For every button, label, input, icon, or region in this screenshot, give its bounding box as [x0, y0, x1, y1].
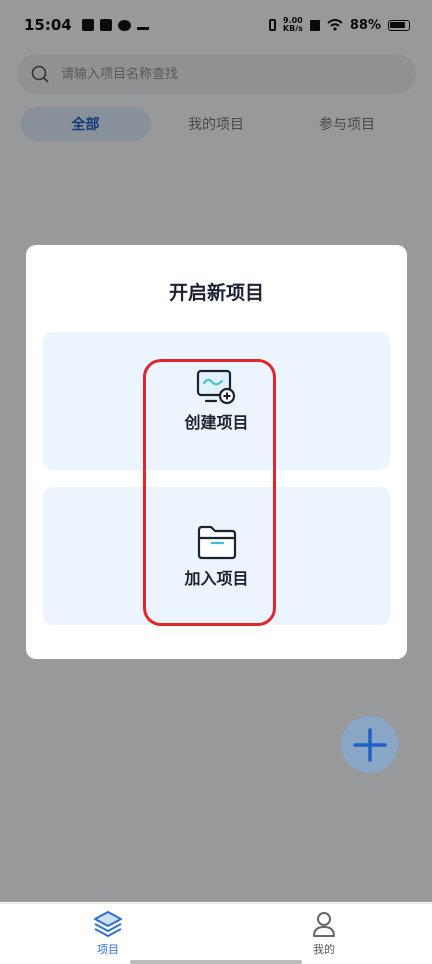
nav-item-mine[interactable]: 我的 — [294, 910, 354, 957]
highlight-outline — [143, 359, 276, 626]
user-icon — [313, 912, 335, 937]
plus-icon — [352, 727, 387, 762]
home-indicator — [130, 960, 302, 964]
layers-icon — [94, 911, 122, 937]
bottom-nav: 项目 我的 — [0, 903, 432, 964]
add-project-fab[interactable] — [341, 716, 398, 773]
nav-label-mine: 我的 — [313, 943, 335, 956]
nav-item-projects[interactable]: 项目 — [78, 910, 138, 957]
nav-label-projects: 项目 — [97, 943, 119, 956]
dialog-title: 开启新项目 — [168, 282, 264, 304]
